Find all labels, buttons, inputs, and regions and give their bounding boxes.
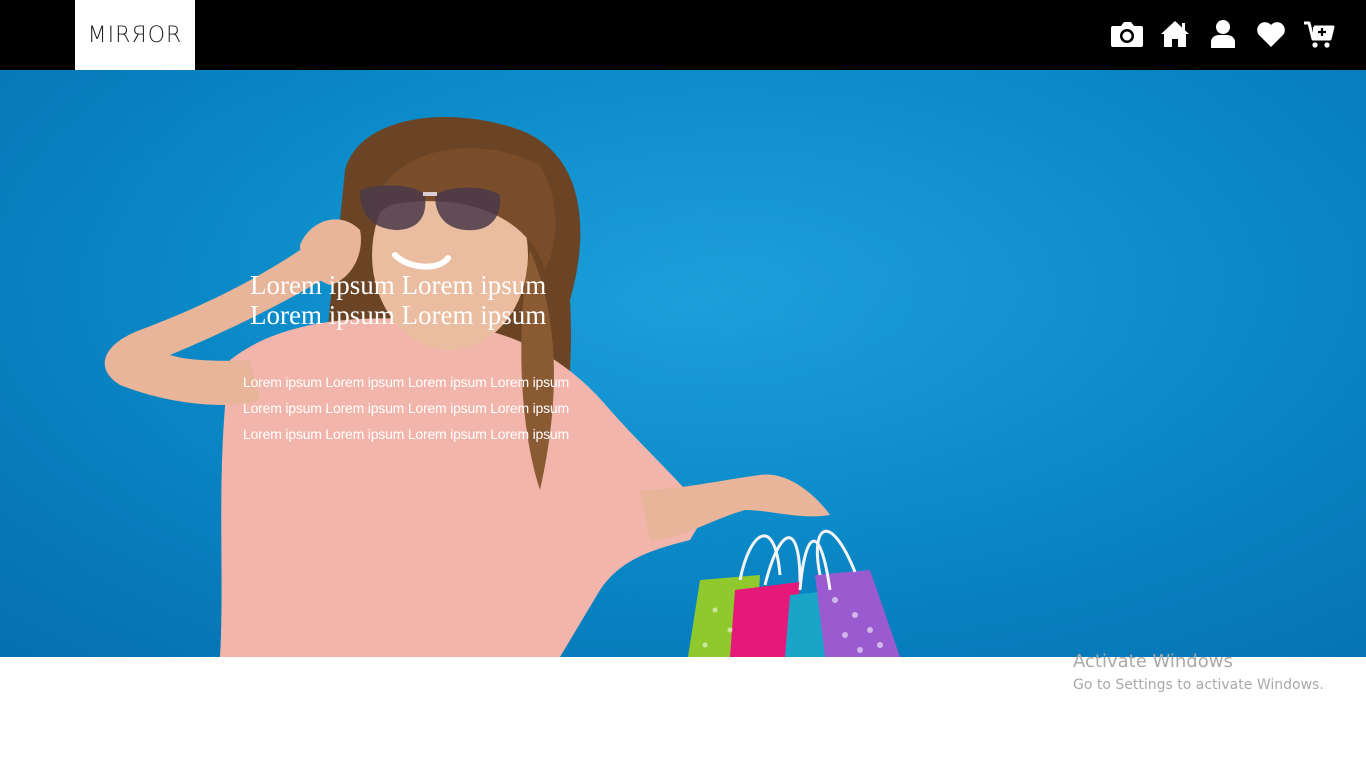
hero-heading-line: Lorem ipsum Lorem ipsum <box>250 300 547 330</box>
watermark-title: Activate Windows <box>1073 651 1233 672</box>
hero-photo-shopping-woman <box>0 70 1366 657</box>
heart-icon[interactable] <box>1254 17 1288 51</box>
watermark-subtitle: Go to Settings to activate Windows. <box>1073 677 1324 693</box>
hero-banner: Lorem ipsum Lorem ipsum Lorem ipsum Lore… <box>0 70 1366 657</box>
hero-description-line: Lorem ipsum Lorem ipsum Lorem ipsum Lore… <box>243 374 569 390</box>
camera-icon[interactable] <box>1110 17 1144 51</box>
top-navigation-bar: MIRЯOR <box>0 0 1366 70</box>
logo[interactable]: MIRЯOR <box>75 0 195 70</box>
hero-description-line: Lorem ipsum Lorem ipsum Lorem ipsum Lore… <box>243 426 569 442</box>
logo-text: MIRЯOR <box>87 22 183 48</box>
windows-activation-watermark: Activate Windows Go to Settings to activ… <box>1073 650 1324 696</box>
nav-icon-group <box>1110 14 1336 54</box>
hero-heading: Lorem ipsum Lorem ipsum Lorem ipsum Lore… <box>250 270 610 330</box>
home-icon[interactable] <box>1158 17 1192 51</box>
cart-plus-icon[interactable] <box>1302 17 1336 51</box>
hero-description-line: Lorem ipsum Lorem ipsum Lorem ipsum Lore… <box>243 400 569 416</box>
user-icon[interactable] <box>1206 17 1240 51</box>
hero-description: Lorem ipsum Lorem ipsum Lorem ipsum Lore… <box>243 369 643 447</box>
hero-heading-line: Lorem ipsum Lorem ipsum <box>250 270 547 300</box>
